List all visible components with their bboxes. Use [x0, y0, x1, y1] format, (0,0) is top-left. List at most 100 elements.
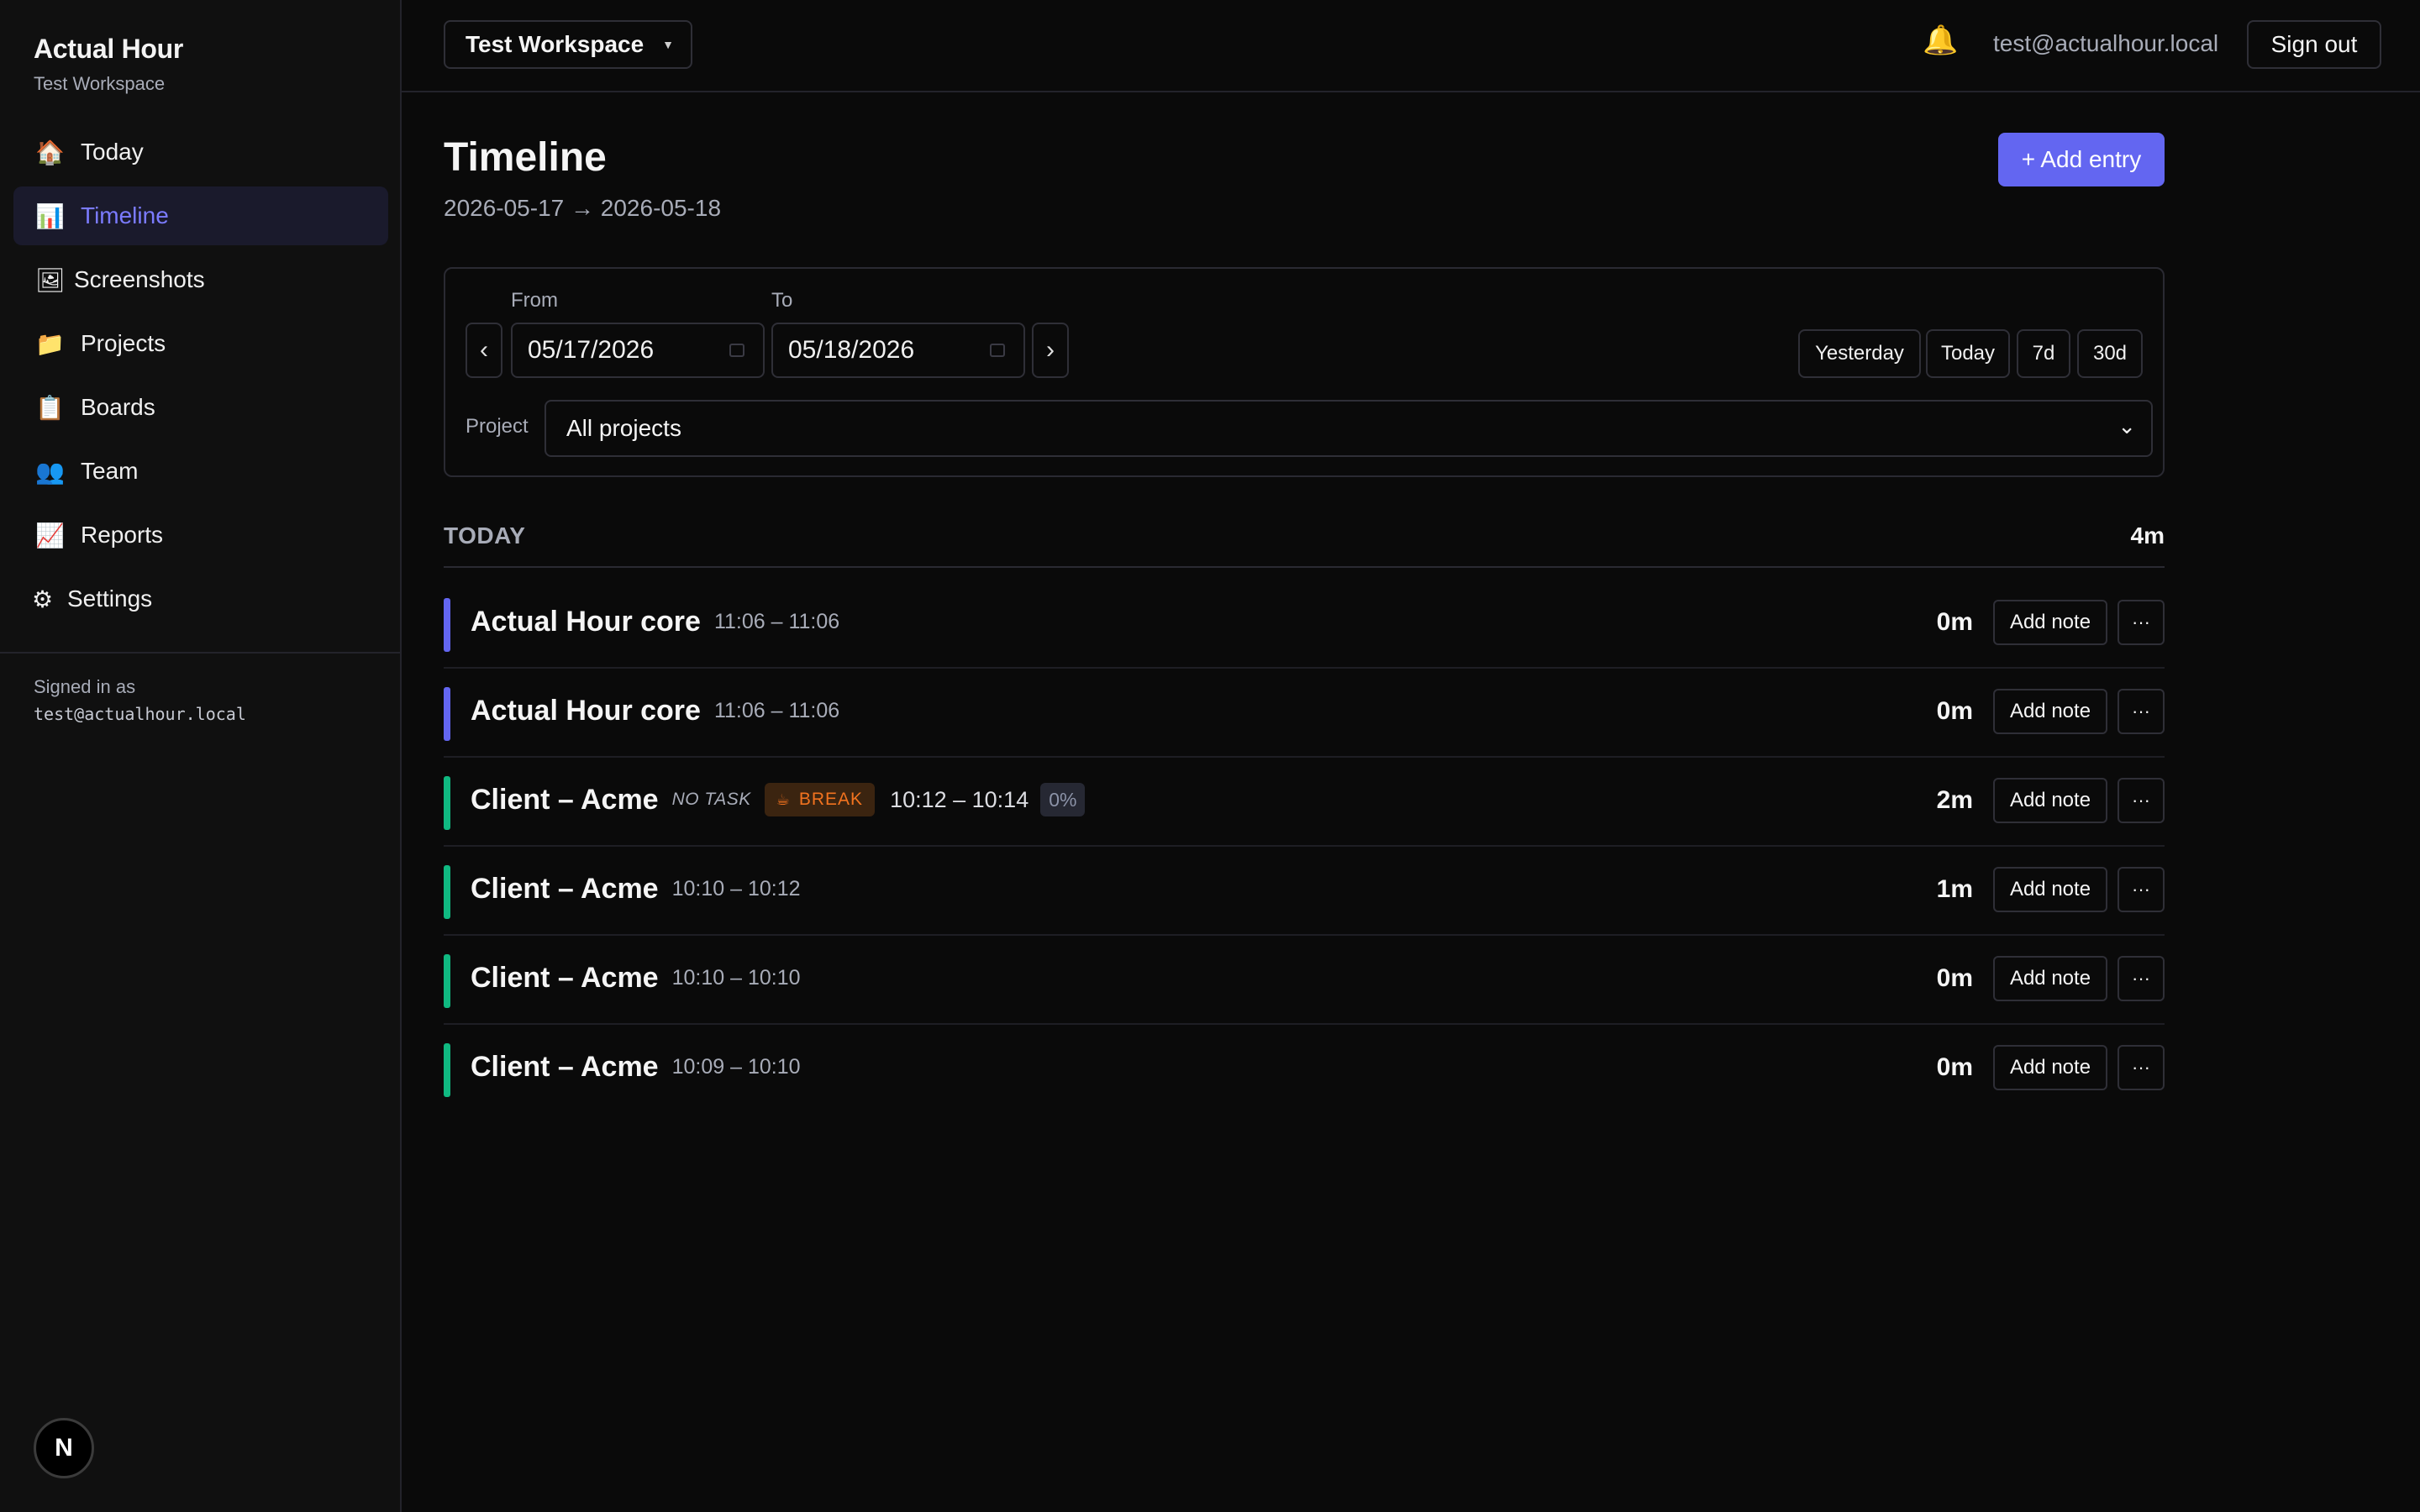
project-select-value: All projects	[566, 415, 681, 441]
entry-duration: 2m	[1936, 786, 1973, 814]
sidebar-item-label: Boards	[81, 394, 155, 420]
entry-time: 11:06 – 11:06	[713, 609, 840, 633]
30d-button[interactable]: 30d	[2077, 329, 2143, 378]
sidebar-item-screenshots[interactable]: 🖼 Screenshots	[13, 250, 388, 309]
ellipsis-icon: ···	[2132, 879, 2150, 900]
sidebar-item-label: Projects	[81, 330, 166, 356]
ellipsis-icon: ···	[2132, 968, 2150, 989]
chevron-down-icon: ▼	[662, 38, 675, 51]
project-select[interactable]: All projects ⌄	[544, 400, 2153, 457]
entry-main: Client – Acme 10:10 – 10:10	[471, 936, 801, 1020]
table-row[interactable]: Client – Acme 10:10 – 10:12 1m Add note …	[444, 847, 2165, 936]
table-row[interactable]: Client – Acme 10:09 – 10:10 0m Add note …	[444, 1025, 2165, 1114]
entry-duration: 0m	[1936, 697, 1973, 725]
project-color-bar	[444, 865, 450, 919]
7d-button[interactable]: 7d	[2017, 329, 2070, 378]
sidebar-item-timeline[interactable]: 📊 Timeline	[13, 186, 388, 245]
signed-in-info: Signed in as test@actualhour.local	[34, 674, 246, 727]
more-options-button[interactable]: ···	[2118, 600, 2165, 645]
add-note-button[interactable]: Add note	[1993, 867, 2107, 912]
entry-project: Client – Acme	[471, 961, 659, 994]
sidebar-nav: 🏠 Today 📊 Timeline 🖼 Screenshots 📁 Proje…	[13, 123, 388, 633]
project-color-bar	[444, 1043, 450, 1097]
table-row[interactable]: Actual Hour core 11:06 – 11:06 0m Add no…	[444, 580, 2165, 669]
day-total: 4m	[2130, 522, 2165, 549]
sidebar-item-team[interactable]: 👥 Team	[13, 442, 388, 501]
table-row[interactable]: Client – Acme NO TASK ☕ BREAK 10:12 – 10…	[444, 758, 2165, 847]
from-date-input[interactable]: 05/17/2026	[511, 323, 765, 378]
day-header: TODAY 4m	[444, 521, 2165, 568]
sidebar-item-label: Reports	[81, 522, 164, 548]
chevron-right-icon: ›	[1046, 336, 1055, 364]
prev-range-button[interactable]: ‹	[466, 323, 502, 378]
more-options-button[interactable]: ···	[2118, 867, 2165, 912]
entry-project: Actual Hour core	[471, 605, 701, 638]
table-row[interactable]: Client – Acme 10:10 – 10:10 0m Add note …	[444, 936, 2165, 1025]
topbar: Test Workspace ▼ 🔔 test@actualhour.local…	[402, 0, 2420, 92]
signed-in-label: Signed in as	[34, 676, 136, 697]
people-icon: 👥	[35, 458, 65, 485]
more-options-button[interactable]: ···	[2118, 778, 2165, 823]
entry-time: 11:06 – 11:06	[713, 698, 840, 722]
workspace-select-value: Test Workspace	[466, 31, 644, 57]
signed-in-email: test@actualhour.local	[34, 704, 246, 724]
clipboard-icon: 📋	[35, 394, 65, 421]
ellipsis-icon: ···	[2132, 1057, 2150, 1078]
entry-main: Actual Hour core 11:06 – 11:06	[471, 669, 839, 753]
more-options-button[interactable]: ···	[2118, 1045, 2165, 1090]
to-label: To	[771, 289, 793, 312]
entry-time: 10:10 – 10:12	[671, 876, 801, 900]
to-date-input[interactable]: 05/18/2026	[771, 323, 1025, 378]
day-label: TODAY	[444, 522, 526, 549]
add-note-button[interactable]: Add note	[1993, 778, 2107, 823]
sidebar-item-today[interactable]: 🏠 Today	[13, 123, 388, 181]
sidebar-item-settings[interactable]: ⚙ Settings	[13, 570, 388, 628]
filters-panel: From To ‹ 05/17/2026 05/18/2026 › Yester…	[444, 267, 2165, 477]
sidebar-item-reports[interactable]: 📈 Reports	[13, 506, 388, 564]
add-note-button[interactable]: Add note	[1993, 600, 2107, 645]
from-date-value: 05/17/2026	[528, 336, 655, 364]
entry-time: 10:12 – 10:14	[890, 786, 1029, 812]
entry-project: Client – Acme	[471, 1050, 659, 1083]
project-label: Project	[466, 415, 529, 438]
sidebar-item-projects[interactable]: 📁 Projects	[13, 314, 388, 373]
no-task-label: NO TASK	[671, 790, 751, 809]
date-range: 2026-05-17 → 2026-05-18	[444, 195, 722, 221]
yesterday-button[interactable]: Yesterday	[1798, 329, 1921, 378]
brand: Actual Hour Test Workspace	[34, 34, 183, 95]
gear-icon: ⚙	[32, 585, 54, 612]
table-row[interactable]: Actual Hour core 11:06 – 11:06 0m Add no…	[444, 669, 2165, 758]
today-button[interactable]: Today	[1926, 329, 2010, 378]
entry-duration: 0m	[1936, 964, 1973, 992]
entry-time: 10:09 – 10:10	[671, 1054, 801, 1079]
workspace-select[interactable]: Test Workspace ▼	[444, 20, 692, 69]
calendar-icon[interactable]	[990, 344, 1005, 357]
more-options-button[interactable]: ···	[2118, 689, 2165, 734]
add-note-button[interactable]: Add note	[1993, 956, 2107, 1001]
sidebar-item-label: Team	[81, 458, 139, 484]
house-icon: 🏠	[35, 139, 65, 165]
sidebar-item-boards[interactable]: 📋 Boards	[13, 378, 388, 437]
more-options-button[interactable]: ···	[2118, 956, 2165, 1001]
project-color-bar	[444, 598, 450, 652]
add-note-button[interactable]: Add note	[1993, 689, 2107, 734]
add-entry-button[interactable]: + Add entry	[1998, 133, 2165, 186]
sign-out-button[interactable]: Sign out	[2247, 20, 2381, 69]
sidebar-item-label: Today	[81, 139, 144, 165]
chevron-left-icon: ‹	[480, 336, 488, 364]
entry-duration: 0m	[1936, 1053, 1973, 1081]
bell-icon[interactable]: 🔔	[1923, 24, 1958, 57]
folder-icon: 📁	[35, 330, 65, 357]
framework-badge[interactable]: N	[34, 1418, 94, 1478]
app-name: Actual Hour	[34, 34, 184, 64]
ellipsis-icon: ···	[2132, 701, 2150, 722]
entry-duration: 0m	[1936, 608, 1973, 636]
entry-duration: 1m	[1936, 875, 1973, 903]
from-label: From	[511, 289, 558, 312]
add-note-button[interactable]: Add note	[1993, 1045, 2107, 1090]
trend-chart-icon: 📈	[35, 522, 65, 549]
calendar-icon[interactable]	[729, 344, 744, 357]
break-badge: ☕ BREAK	[764, 783, 876, 816]
next-range-button[interactable]: ›	[1032, 323, 1069, 378]
entry-main: Client – Acme 10:10 – 10:12	[471, 847, 801, 931]
